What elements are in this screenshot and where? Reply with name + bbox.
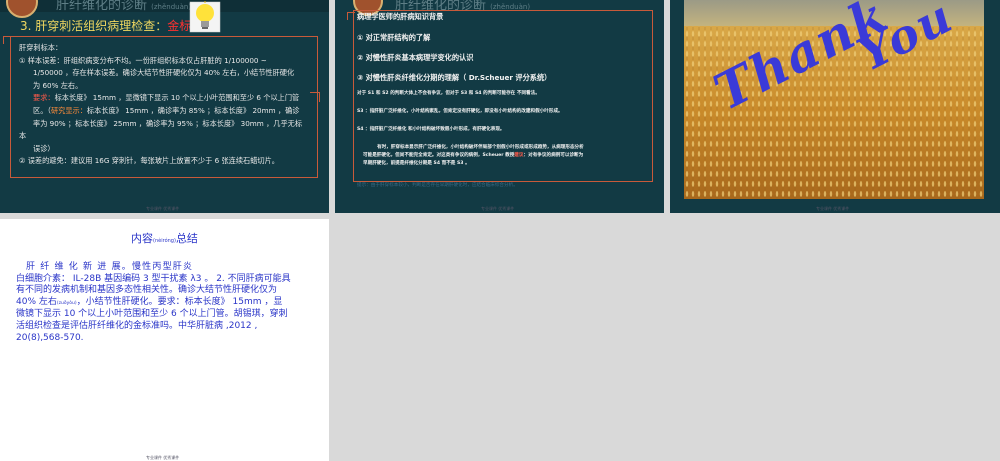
list-item: ① 对正常肝结构的了解 — [357, 33, 431, 42]
body-line: 可能是肝硬化，但尚不能完全肯定。对这类有争议的病例，Scheuer 教授建议：对… — [363, 153, 584, 158]
slide-thank-you[interactable]: Thank You 专业课件 优秀课件 — [670, 0, 1000, 213]
body-line: 早期肝硬化，前提是纤维化分期是 S4 而不是 S3 。 — [363, 161, 470, 166]
page-footer: 专业课件 优秀课件 — [481, 206, 515, 211]
logo-icon — [6, 0, 38, 18]
body-line: 白细胞介素： IL-28B 基因编码 3 型干扰素 λ3 。 2. 不同肝病可能… — [16, 273, 291, 284]
slide-summary[interactable]: 内容(nèiróng)总结 肝 纤 维 化 新 进 展。慢性丙型肝炎 白细胞介素… — [0, 219, 329, 461]
body-line: ① 样本误差：肝组织病变分布不均。一份肝组织标本仅占肝脏的 1/100000 ~ — [19, 55, 267, 65]
page-footer: 专业课件 优秀课件 — [816, 206, 850, 211]
body-line: S3 ：指肝脏广泛纤维化，小叶结构紊乱，但肯定没有肝硬化，即没有小叶结构的改建和… — [357, 109, 563, 114]
body-line: 微镜下显示 10 个以上小叶范围和至少 6 个以上门管。胡锡琪，穿刺 — [16, 309, 288, 320]
body-line: 误诊） — [33, 143, 55, 153]
body-line: 区。（研究显示：标本长度》 15mm ，确诊率为 85% ；标本长度》 20mm… — [33, 105, 300, 115]
body-line: 有时，肝穿标本显示肝广泛纤维化，小叶结构破坏伴局部个别假小叶形成或形成趋势，从病… — [377, 145, 584, 150]
list-item: ③ 对慢性肝炎纤维化分期的理解（ Dr.Scheuer 评分系统） — [357, 73, 552, 82]
body-line: 活组织检查是评估肝纤维化的金标准吗。中华肝脏病 ,2012 , — [16, 320, 258, 331]
page-footer: 专业课件 优秀课件 — [146, 455, 180, 460]
body-line: S4 ：指肝脏广泛纤维化 和小叶结构破坏致假小叶形成，有肝硬化表现。 — [357, 127, 505, 132]
body-line: 20(8),568-570. — [16, 332, 84, 343]
body-line: 40% 左右(zuǒyòu)，小结节性肝硬化。要求：标本长度》 15mm ，显 — [16, 296, 283, 307]
body-line: 有不同的发病机制和基因多态性相关性。确诊大结节性肝硬化仅为 — [16, 285, 278, 296]
body-line: 率为 90% ；标本长度》 25mm ，确诊率为 95% ；标本长度》 30mm… — [33, 118, 303, 128]
body-line: ② 误差的避免：建议用 16G 穿刺针，每张玻片上放置不少于 6 张连续石蜡切片… — [19, 156, 279, 166]
slide-body: 肝 纤 维 化 新 进 展。慢性丙型肝炎 白细胞介素： IL-28B 基因编码 … — [16, 262, 318, 344]
slide-body: 病理学医师的肝病知识背景 ① 对正常肝结构的了解 ② 对慢性肝炎基本病理学变化的… — [357, 12, 657, 168]
slide-title: 内容(nèiróng)总结 — [131, 232, 198, 245]
body-line: 肝 纤 维 化 新 进 展。慢性丙型肝炎 — [26, 262, 194, 272]
body-heading: 病理学医师的肝病知识背景 — [357, 12, 444, 21]
faint-note: 提示：由于肝穿标本较小，判断是否存在早期肝硬化时，应结合临床综合分析。 — [357, 183, 518, 188]
slide-liver-biopsy[interactable]: 肝纤维化的诊断 (zhěnduàn) 3. 肝穿刺活组织病理检查：金标准 肝穿刺… — [0, 0, 329, 213]
body-heading: 肝穿刺标本： — [19, 43, 63, 52]
slide-body: 肝穿刺标本： ① 样本误差：肝组织病变分布不均。一份肝组织标本仅占肝脏的 1/1… — [19, 42, 319, 168]
body-line: 本 — [19, 131, 27, 141]
faded-slide-title: 肝纤维化的诊断 (zhěnduàn) — [56, 0, 192, 13]
list-item: ② 对慢性肝炎基本病理学变化的认识 — [357, 53, 474, 62]
lightbulb-icon — [189, 1, 221, 33]
slide-pathology-knowledge[interactable]: 肝纤维化的诊断 (zhěnduàn) 病理学医师的肝病知识背景 ① 对正常肝结构… — [335, 0, 664, 213]
body-line: 1/50000 ，存在样本误差。确诊大结节性肝硬化仅为 40% 左右，小结节性肝… — [33, 68, 295, 78]
body-line: 对于 S1 和 S2 的判断大体上不会有争议，但对于 S3 和 S4 的判断可能… — [357, 91, 540, 96]
slide-title: 3. 肝穿刺活组织病理检查：金标准 — [20, 19, 204, 33]
page-footer: 专业课件 优秀课件 — [146, 206, 180, 211]
body-line: 为 60% 左右。 — [33, 80, 83, 90]
body-line: 要求：标本长度》 15mm ，显微镜下显示 10 个以上小叶范围和至少 6 个以… — [33, 93, 300, 103]
